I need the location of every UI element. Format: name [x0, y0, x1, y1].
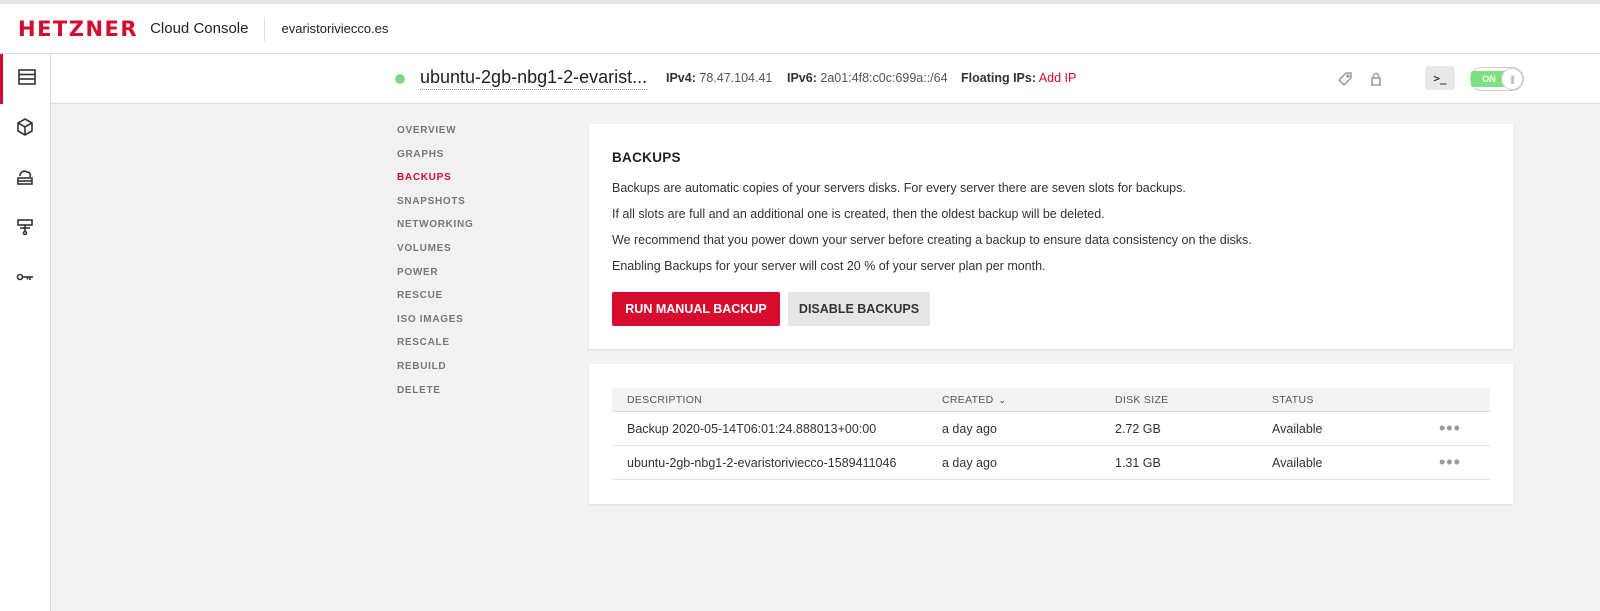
project-name[interactable]: evaristoriviecco.es: [281, 21, 388, 36]
header-divider: [264, 16, 266, 41]
backup-size: 2.72 GB: [1115, 422, 1161, 436]
table-row[interactable]: ubuntu-2gb-nbg1-2-evaristoriviecco-15894…: [612, 446, 1490, 480]
backups-info-card: BACKUPS Backups are automatic copies of …: [589, 124, 1513, 349]
ipv4-label: IPv4:: [666, 71, 696, 85]
column-header-created[interactable]: CREATED ⌄: [942, 394, 1006, 406]
floating-ips-info: Floating IPs: Add IP: [961, 71, 1076, 85]
subnav-item-backups[interactable]: BACKUPS: [397, 172, 473, 196]
server-subnav: OVERVIEW GRAPHS BACKUPS SNAPSHOTS NETWOR…: [397, 125, 473, 408]
console-label: Cloud Console: [150, 20, 249, 37]
ipv4-info: IPv4: 78.47.104.41: [666, 71, 772, 85]
subnav-item-power[interactable]: POWER: [397, 267, 473, 291]
floating-ips-label: Floating IPs:: [961, 71, 1036, 85]
network-icon: [15, 217, 35, 242]
backups-description-4: Enabling Backups for your server will co…: [612, 259, 1046, 273]
subnav-item-rescale[interactable]: RESCALE: [397, 337, 473, 361]
backups-description-3: We recommend that you power down your se…: [612, 233, 1252, 247]
server-status-dot: [395, 74, 405, 84]
row-actions-icon[interactable]: •••: [1439, 418, 1461, 439]
column-header-status[interactable]: STATUS: [1272, 394, 1314, 406]
cloud-drive-icon: [15, 167, 35, 192]
left-nav-rail: [0, 54, 51, 611]
rail-item-volumes[interactable]: [0, 154, 50, 204]
backups-description-2: If all slots are full and an additional …: [612, 207, 1105, 221]
backup-created: a day ago: [942, 456, 997, 470]
table-header: DESCRIPTION CREATED ⌄ DISK SIZE STATUS: [612, 388, 1490, 412]
top-bar: HETZNER Cloud Console evaristoriviecco.e…: [0, 0, 1600, 54]
subnav-item-volumes[interactable]: VOLUMES: [397, 243, 473, 267]
server-header-bar: ubuntu-2gb-nbg1-2-evarist... IPv4: 78.47…: [51, 54, 1600, 104]
hetzner-logo[interactable]: HETZNER: [18, 17, 138, 41]
backup-created: a day ago: [942, 422, 997, 436]
backups-title: BACKUPS: [612, 150, 681, 165]
run-manual-backup-button[interactable]: RUN MANUAL BACKUP: [612, 292, 780, 326]
backups-table-card: DESCRIPTION CREATED ⌄ DISK SIZE STATUS Ba…: [589, 364, 1513, 504]
add-ip-link[interactable]: Add IP: [1039, 71, 1077, 85]
console-button[interactable]: >_: [1425, 66, 1455, 90]
subnav-item-overview[interactable]: OVERVIEW: [397, 125, 473, 149]
key-icon: [15, 267, 35, 292]
subnav-item-iso-images[interactable]: ISO IMAGES: [397, 314, 473, 338]
subnav-item-networking[interactable]: NETWORKING: [397, 219, 473, 243]
backup-size: 1.31 GB: [1115, 456, 1161, 470]
backups-description-1: Backups are automatic copies of your ser…: [612, 181, 1186, 195]
disable-backups-button[interactable]: DISABLE BACKUPS: [788, 292, 930, 326]
subnav-item-snapshots[interactable]: SNAPSHOTS: [397, 196, 473, 220]
ipv6-info: IPv6: 2a01:4f8:c0c:699a::/64: [787, 71, 948, 85]
sort-chevron-icon: ⌄: [998, 395, 1007, 405]
label-tag-icon[interactable]: [1335, 69, 1355, 89]
table-row[interactable]: Backup 2020-05-14T06:01:24.888013+00:00 …: [612, 412, 1490, 446]
cube-icon: [15, 117, 35, 142]
rail-item-security[interactable]: [0, 254, 50, 304]
lock-icon[interactable]: [1366, 69, 1386, 89]
ipv6-label: IPv6:: [787, 71, 817, 85]
rail-item-network[interactable]: [0, 204, 50, 254]
backup-status: Available: [1272, 422, 1323, 436]
column-header-disk-size[interactable]: DISK SIZE: [1115, 394, 1168, 406]
power-toggle-knob: |||: [1501, 68, 1523, 90]
subnav-item-graphs[interactable]: GRAPHS: [397, 149, 473, 173]
row-actions-icon[interactable]: •••: [1439, 452, 1461, 473]
ipv6-value[interactable]: 2a01:4f8:c0c:699a::/64: [820, 71, 947, 85]
backup-description: ubuntu-2gb-nbg1-2-evaristoriviecco-15894…: [627, 456, 897, 470]
rail-item-cube[interactable]: [0, 104, 50, 154]
backup-status: Available: [1272, 456, 1323, 470]
subnav-item-delete[interactable]: DELETE: [397, 385, 473, 409]
ipv4-value[interactable]: 78.47.104.41: [699, 71, 772, 85]
subnav-item-rebuild[interactable]: REBUILD: [397, 361, 473, 385]
servers-icon: [17, 67, 37, 92]
server-name[interactable]: ubuntu-2gb-nbg1-2-evarist...: [420, 67, 648, 90]
rail-item-servers[interactable]: [0, 54, 50, 104]
backup-description: Backup 2020-05-14T06:01:24.888013+00:00: [627, 422, 877, 436]
power-toggle[interactable]: ON |||: [1470, 67, 1524, 91]
subnav-item-rescue[interactable]: RESCUE: [397, 290, 473, 314]
column-header-description[interactable]: DESCRIPTION: [627, 394, 702, 406]
column-header-created-label: CREATED: [942, 394, 994, 406]
